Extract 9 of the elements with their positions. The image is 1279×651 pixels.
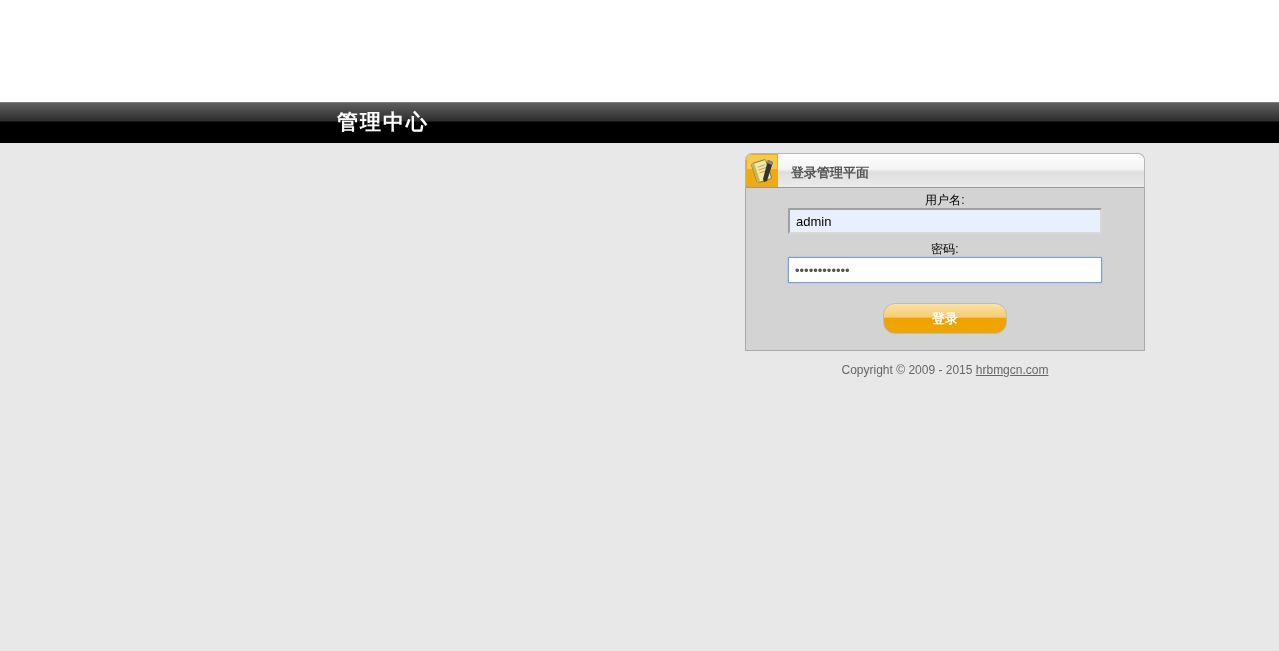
header-title: 管理中心 (337, 108, 429, 132)
field-label: 密码: (930, 242, 960, 256)
username-field[interactable]: admin (788, 208, 1102, 234)
copyright-text: Copyright © 2009 - 2015 hrbmgcn.com (840, 362, 1050, 379)
login-panel-title: 登录管理平面 (791, 164, 869, 182)
notebook-pencil-icon (746, 154, 778, 187)
field-label: 用户名: (924, 193, 966, 207)
site-link[interactable]: hrbmgcn.com (975, 363, 1049, 377)
password-field[interactable]: •••••••••••• (788, 257, 1102, 283)
